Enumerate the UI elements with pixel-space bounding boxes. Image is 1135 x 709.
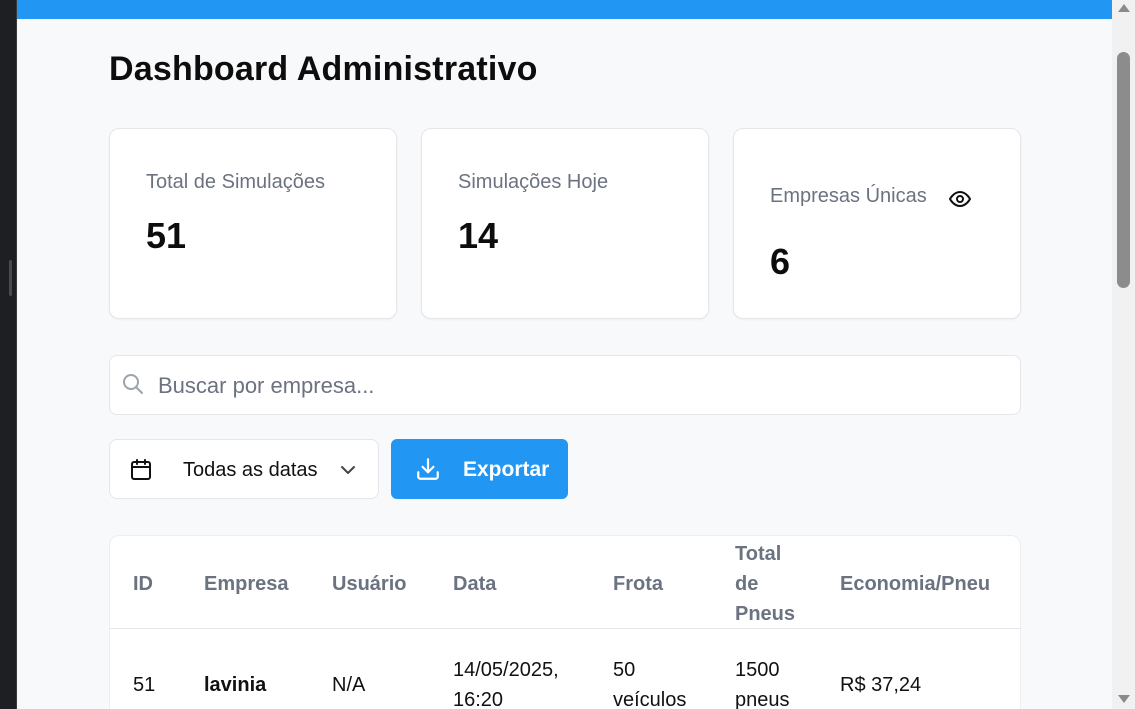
scroll-down-arrow-icon[interactable]: [1118, 695, 1130, 703]
page-viewport: Dashboard Administrativo Total de Simula…: [17, 0, 1112, 709]
cell-usuario: N/A: [332, 674, 366, 696]
stat-card-total: Total de Simulações 51: [109, 128, 397, 319]
date-filter-value: Todas as datas: [183, 459, 318, 481]
header-total-pneus-line2: de: [735, 573, 759, 595]
page-title: Dashboard Administrativo: [109, 50, 538, 88]
export-button-label: Exportar: [463, 458, 550, 481]
export-button[interactable]: Exportar: [391, 439, 568, 499]
header-total-pneus-line1: Total: [735, 543, 782, 565]
header-usuario[interactable]: Usuário: [332, 569, 406, 599]
calendar-icon: [129, 458, 153, 482]
cell-pneus-unit: pneus: [735, 689, 790, 709]
stat-total-value: 51: [146, 215, 187, 256]
header-economia[interactable]: Economia/Pneu: [840, 569, 990, 599]
stat-total-label: Total de Simulações: [146, 171, 325, 193]
header-frota[interactable]: Frota: [613, 569, 663, 599]
table-header: ID Empresa Usuário Data Frota Total de P…: [110, 536, 1020, 629]
search-icon: [121, 372, 145, 396]
cell-economia: R$ 37,24: [840, 674, 922, 696]
date-filter-dropdown[interactable]: Todas as datas: [109, 439, 379, 499]
eye-icon[interactable]: [948, 187, 972, 211]
scrollbar-thumb[interactable]: [1117, 52, 1130, 288]
search-box: [109, 355, 1021, 415]
cell-data-time: 16:20: [453, 689, 504, 709]
stat-today-value: 14: [458, 215, 499, 256]
header-total-pneus[interactable]: Total de Pneus: [735, 539, 795, 629]
resize-grip[interactable]: [9, 260, 12, 296]
scroll-up-arrow-icon[interactable]: [1118, 4, 1130, 12]
stat-unique-label: Empresas Únicas: [770, 185, 927, 207]
cell-id: 51: [133, 674, 156, 696]
simulations-table: ID Empresa Usuário Data Frota Total de P…: [109, 535, 1021, 709]
stat-card-today: Simulações Hoje 14: [421, 128, 709, 319]
header-empresa[interactable]: Empresa: [204, 569, 289, 599]
cell-frota: 50 veículos: [613, 655, 686, 709]
cell-pneus-count: 1500: [735, 659, 780, 681]
header-data[interactable]: Data: [453, 569, 496, 599]
chevron-down-icon: [338, 460, 358, 480]
search-input[interactable]: [158, 368, 998, 404]
cell-frota-count: 50: [613, 659, 636, 681]
cell-total-pneus: 1500 pneus: [735, 655, 790, 709]
cell-data-date: 14/05/2025,: [453, 659, 559, 681]
header-id[interactable]: ID: [133, 569, 153, 599]
cell-empresa: lavinia: [204, 674, 267, 696]
vertical-scrollbar[interactable]: [1112, 0, 1135, 709]
stat-today-label: Simulações Hoje: [458, 171, 609, 193]
download-icon: [415, 456, 441, 482]
cell-frota-unit: veículos: [613, 689, 687, 709]
stat-unique-value: 6: [770, 241, 791, 282]
stat-card-unique-companies: Empresas Únicas 6: [733, 128, 1021, 319]
top-header-bar: [17, 0, 1112, 19]
header-total-pneus-line3: Pneus: [735, 603, 796, 625]
cell-data: 14/05/2025, 16:20: [453, 655, 559, 709]
left-window-edge: [0, 0, 17, 709]
